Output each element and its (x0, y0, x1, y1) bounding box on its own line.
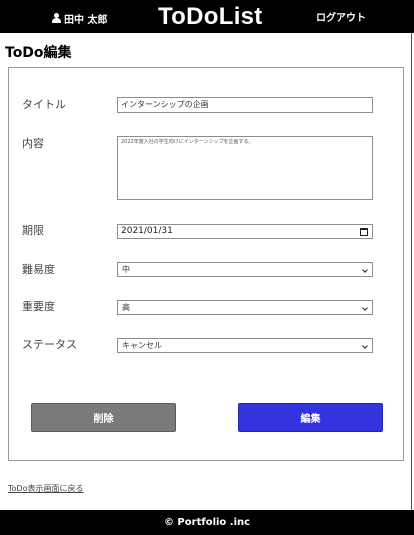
user-name: 田中 太郎 (64, 14, 108, 26)
user-menu[interactable]: 田中 太郎 (52, 11, 108, 26)
status-select[interactable]: キャンセル (117, 338, 373, 353)
difficulty-select[interactable]: 中 (117, 262, 373, 277)
deadline-label: 期限 (22, 224, 44, 237)
calendar-icon[interactable] (360, 228, 368, 236)
todo-edit-form: タイトル インターンシップの企画 内容 2022年度入社の学生向けにインターンシ… (8, 67, 404, 461)
title-input[interactable]: インターンシップの企画 (117, 97, 373, 113)
back-to-todo-link[interactable]: ToDo表示画面に戻る (8, 484, 83, 494)
content-label: 内容 (22, 137, 44, 150)
deadline-value: 2021/01/31 (121, 226, 173, 236)
header-bar: 田中 太郎 ToDoList ログアウト (0, 0, 414, 33)
copyright-text: © Portfolio .inc (163, 517, 251, 528)
logout-link[interactable]: ログアウト (316, 12, 366, 26)
difficulty-selected-value: 中 (122, 265, 130, 274)
chevron-down-icon (362, 267, 368, 273)
deadline-date-input[interactable]: 2021/01/31 (117, 224, 373, 239)
footer-bar: © Portfolio .inc (0, 510, 414, 535)
importance-label: 重要度 (22, 300, 55, 313)
chevron-down-icon (362, 305, 368, 311)
chevron-down-icon (362, 343, 368, 349)
status-label: ステータス (22, 338, 77, 351)
page-right-border (411, 33, 412, 510)
page-title: ToDo編集 (5, 45, 72, 61)
difficulty-label: 難易度 (22, 263, 55, 276)
content-textarea[interactable]: 2022年度入社の学生向けにインターンシップを企画する。 (117, 136, 373, 200)
title-label: タイトル (22, 98, 66, 111)
status-selected-value: キャンセル (122, 341, 162, 350)
importance-selected-value: 高 (122, 303, 130, 312)
edit-button[interactable]: 編集 (238, 403, 383, 432)
delete-button[interactable]: 削除 (31, 403, 176, 432)
app-logo[interactable]: ToDoList (158, 3, 263, 31)
user-icon (52, 13, 61, 23)
importance-select[interactable]: 高 (117, 300, 373, 315)
